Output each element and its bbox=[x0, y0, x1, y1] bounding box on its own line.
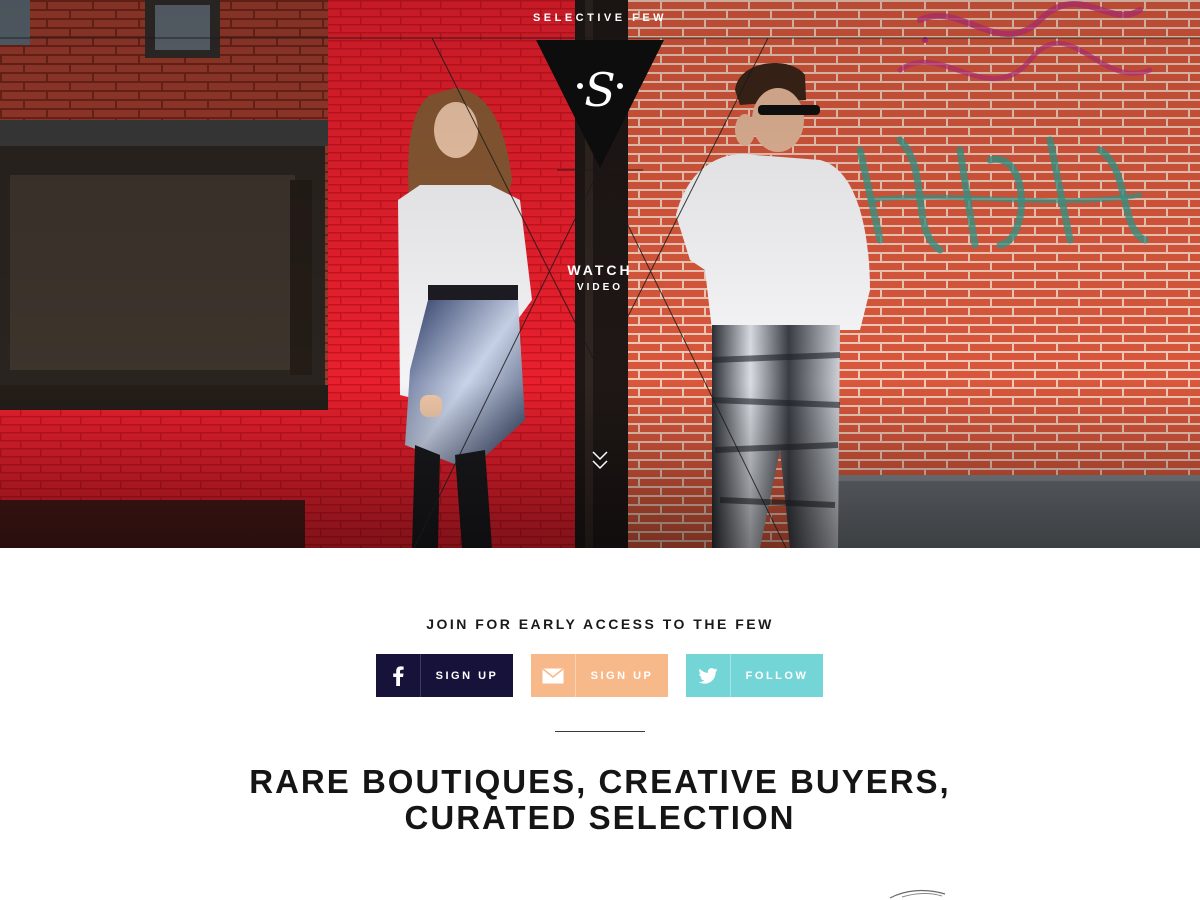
video-label: VIDEO bbox=[576, 282, 624, 293]
hero-section: SELECTIVE FEW S WATCH VIDEO bbox=[0, 0, 1200, 548]
watch-video-button[interactable]: WATCH VIDEO bbox=[540, 262, 660, 293]
sketch-decoration bbox=[889, 889, 946, 899]
brand-name: SELECTIVE FEW bbox=[532, 12, 668, 24]
tagline-line-1: RARE BOUTIQUES, CREATIVE BUYERS, bbox=[249, 763, 951, 800]
watch-label: WATCH bbox=[567, 262, 633, 278]
scroll-down-chevron-icon[interactable] bbox=[590, 450, 610, 472]
facebook-signup-label: SIGN UP bbox=[435, 669, 499, 682]
twitter-follow-label: FOLLOW bbox=[745, 669, 809, 682]
facebook-icon bbox=[376, 654, 421, 697]
early-access-heading: JOIN FOR EARLY ACCESS TO THE FEW bbox=[426, 616, 774, 632]
tagline-headline: RARE BOUTIQUES, CREATIVE BUYERS, CURATED… bbox=[0, 764, 1200, 836]
section-divider bbox=[555, 731, 645, 732]
logo-badge[interactable]: S bbox=[536, 40, 664, 168]
logo-letter: S bbox=[584, 63, 616, 117]
twitter-icon bbox=[686, 654, 731, 697]
tagline-line-2: CURATED SELECTION bbox=[404, 799, 796, 836]
mail-icon bbox=[531, 654, 576, 697]
facebook-signup-button[interactable]: SIGN UP bbox=[376, 654, 513, 697]
email-signup-label: SIGN UP bbox=[590, 669, 654, 682]
email-signup-button[interactable]: SIGN UP bbox=[531, 654, 668, 697]
twitter-follow-button[interactable]: FOLLOW bbox=[686, 654, 823, 697]
